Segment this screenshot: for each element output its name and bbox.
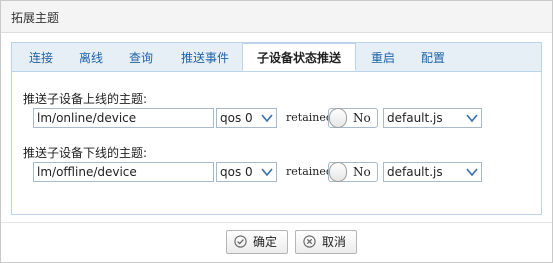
toggle-knob	[329, 162, 347, 182]
tab-config[interactable]: 配置	[410, 47, 456, 70]
online-qos-value: qos 0	[220, 111, 253, 125]
close-circle-icon	[303, 235, 316, 248]
offline-qos-select[interactable]: qos 0	[216, 162, 277, 182]
online-retained-toggle[interactable]: No	[328, 108, 378, 128]
offline-retained-toggle[interactable]: No	[328, 162, 378, 182]
chevron-down-icon	[466, 114, 478, 123]
dialog-titlebar: 拓展主题	[1, 1, 552, 33]
toggle-knob	[329, 108, 347, 128]
online-script-select[interactable]: default.js	[383, 108, 482, 128]
offline-script-select[interactable]: default.js	[383, 162, 482, 182]
online-script-value: default.js	[387, 111, 443, 125]
offline-topic-input[interactable]: lm/offline/device	[33, 162, 214, 182]
cancel-button-label: 取消	[322, 235, 347, 249]
offline-topic-label: 推送子设备下线的主题:	[23, 146, 148, 160]
footer-divider	[1, 222, 552, 223]
tab-push-event[interactable]: 推送事件	[168, 47, 242, 70]
ok-button-label: 确定	[253, 235, 278, 249]
tab-subdevice-status-push[interactable]: 子设备状态推送	[242, 43, 356, 71]
offline-retained-state: No	[353, 165, 371, 179]
online-qos-select[interactable]: qos 0	[216, 108, 277, 128]
online-topic-input[interactable]: lm/online/device	[33, 108, 214, 128]
online-topic-label: 推送子设备上线的主题:	[23, 92, 148, 106]
check-circle-icon	[234, 235, 247, 248]
chevron-down-icon	[261, 114, 273, 123]
tab-query[interactable]: 查询	[118, 47, 164, 70]
ok-button[interactable]: 确定	[226, 230, 288, 254]
tab-restart[interactable]: 重启	[360, 47, 406, 70]
extend-topic-dialog: 拓展主题 连接 离线 查询 推送事件 子设备状态推送 重启 配置 推送子设备上线…	[0, 0, 553, 263]
cancel-button[interactable]: 取消	[295, 230, 357, 254]
tab-offline[interactable]: 离线	[68, 47, 114, 70]
tab-panel: 连接 离线 查询 推送事件 子设备状态推送 重启 配置	[11, 42, 542, 215]
offline-script-value: default.js	[387, 165, 443, 179]
chevron-down-icon	[261, 168, 273, 177]
dialog-title: 拓展主题	[11, 11, 60, 25]
online-retained-state: No	[353, 111, 371, 125]
chevron-down-icon	[466, 168, 478, 177]
offline-qos-value: qos 0	[220, 165, 253, 179]
tab-connect[interactable]: 连接	[18, 47, 64, 70]
tab-strip: 连接 离线 查询 推送事件 子设备状态推送 重启 配置	[12, 43, 541, 72]
